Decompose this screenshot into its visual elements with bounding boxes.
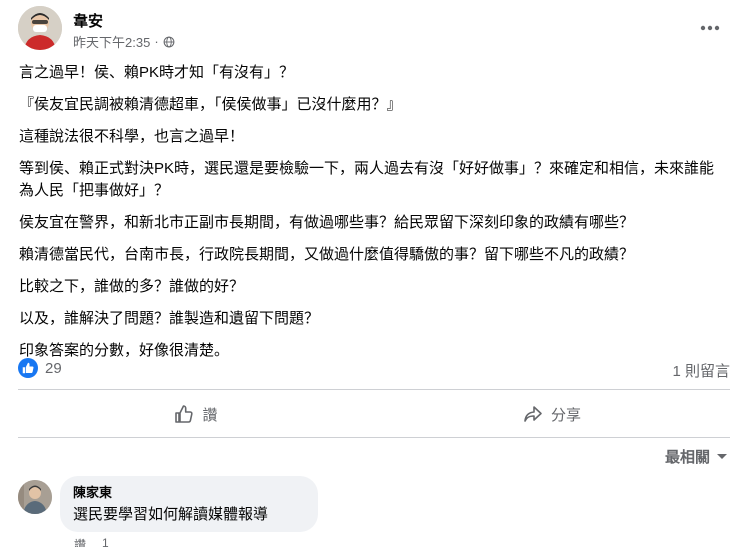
comment-count[interactable]: 1 則留言 bbox=[672, 360, 730, 381]
thumbs-up-icon bbox=[22, 362, 34, 374]
like-count[interactable]: 29 bbox=[45, 360, 62, 377]
author-avatar[interactable] bbox=[18, 6, 62, 50]
post-paragraph: 賴清德當民代，台南市長，行政院長期間，又做過什麼值得驕傲的事？留下哪些不凡的政績… bbox=[19, 246, 635, 263]
post-paragraph: 比較之下，誰做的多？誰做的好？ bbox=[19, 278, 245, 295]
post-timestamp[interactable]: 昨天下午2:35 bbox=[73, 32, 150, 51]
divider bbox=[18, 389, 730, 390]
reactions-summary: 29 1 則留言 bbox=[18, 358, 730, 380]
thumbs-up-outline-icon bbox=[175, 405, 194, 423]
globe-icon bbox=[163, 36, 175, 47]
comment-bubble: 陳家東 選民要學習如何解讀媒體報導 bbox=[60, 476, 318, 532]
commenter-avatar[interactable] bbox=[18, 480, 52, 514]
post-author-name[interactable]: 韋安 bbox=[73, 10, 103, 31]
like-reaction-badge[interactable] bbox=[18, 358, 38, 378]
post-header: 韋安 昨天下午2:35 · bbox=[18, 6, 730, 52]
post-paragraph: 言之過早！侯、賴PK時才知「有沒有」？ bbox=[19, 64, 295, 81]
comment-meta: 讚 1天 bbox=[74, 536, 114, 547]
dot-separator: · bbox=[154, 34, 159, 49]
share-button[interactable]: 分享 bbox=[374, 396, 730, 432]
more-horizontal-icon bbox=[700, 25, 720, 31]
comment-sort-label: 最相關 bbox=[664, 449, 710, 466]
post-body: 言之過早！侯、賴PK時才知「有沒有」？ 『侯友宜民調被賴清德超車，「侯侯做事」已… bbox=[19, 62, 728, 372]
share-icon bbox=[524, 406, 542, 422]
more-options-button[interactable] bbox=[698, 16, 722, 40]
post-paragraph: 以及，誰解決了問題？誰製造和遺留下問題？ bbox=[19, 310, 320, 327]
comment-sort-dropdown[interactable]: 最相關 bbox=[665, 446, 728, 467]
comment-like-button[interactable]: 讚 bbox=[74, 536, 86, 547]
like-button-label: 讚 bbox=[202, 406, 218, 424]
comment-text: 選民要學習如何解讀媒體報導 bbox=[73, 506, 269, 523]
chevron-down-icon bbox=[717, 453, 727, 459]
like-button[interactable]: 讚 bbox=[18, 396, 374, 432]
post-paragraph: 侯友宜在警界，和新北市正副市長期間，有做過哪些事？給民眾留下深刻印象的政績有哪些… bbox=[19, 214, 635, 231]
post-paragraph: 『侯友宜民調被賴清德超車，「侯侯做事」已沒什麼用？』 bbox=[19, 96, 402, 113]
divider bbox=[18, 437, 730, 438]
action-bar: 讚 分享 bbox=[18, 396, 730, 432]
share-button-label: 分享 bbox=[550, 406, 581, 424]
post-paragraph: 這種說法很不科學，也言之過早！ bbox=[19, 128, 245, 145]
comment-timestamp[interactable]: 1天 bbox=[102, 536, 114, 547]
commenter-name[interactable]: 陳家東 bbox=[73, 485, 305, 501]
post-paragraph: 等到侯、賴正式對決PK時，選民還是要檢驗一下，兩人過去有沒「好好做事」？來確定和… bbox=[19, 160, 715, 199]
post-meta: 昨天下午2:35 · bbox=[73, 32, 175, 51]
